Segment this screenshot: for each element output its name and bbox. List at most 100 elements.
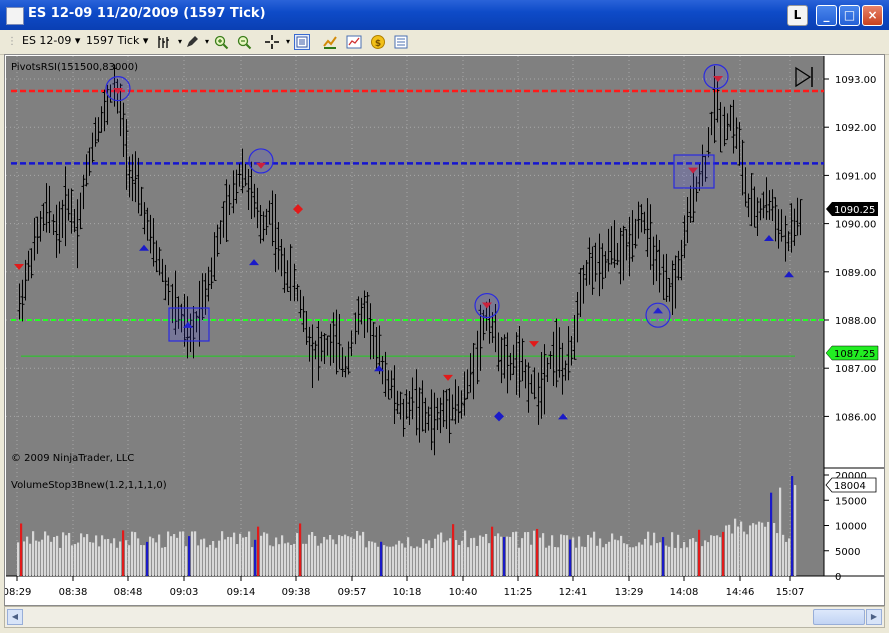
volume-bar: [53, 537, 56, 576]
volume-bar: [374, 542, 377, 576]
volume-bar: [629, 547, 632, 576]
volume-bar: [740, 521, 743, 576]
volume-bar: [725, 525, 728, 576]
volume-bar: [752, 523, 755, 576]
svg-text:$: $: [375, 39, 381, 49]
volume-tick-label: 0: [835, 572, 841, 583]
volume-bar: [44, 531, 47, 576]
volume-bar: [35, 540, 38, 576]
volume-bar: [407, 537, 410, 576]
scroll-left-icon[interactable]: ◀: [7, 609, 23, 625]
horizontal-scrollbar[interactable]: ◀ ▶: [4, 606, 885, 628]
interval-selector[interactable]: 1597 Tick ▾: [86, 34, 148, 50]
data-box-icon[interactable]: [294, 34, 310, 50]
volume-bar: [626, 544, 629, 576]
instrument-label: ES 12-09: [22, 34, 72, 47]
volume-bar: [32, 531, 35, 576]
zoom-in-icon[interactable]: [213, 34, 229, 50]
volume-bar: [686, 547, 689, 576]
volume-bar: [341, 536, 344, 576]
signal-box-highlight: [168, 307, 210, 342]
volume-bar: [308, 534, 311, 576]
volume-bar: [68, 532, 71, 576]
volume-bar: [455, 540, 458, 576]
close-button[interactable]: ×: [862, 5, 883, 26]
volume-bar: [497, 533, 500, 576]
volume-bar: [611, 533, 614, 576]
volume-bar: [278, 544, 281, 576]
volume-bar: [416, 546, 419, 576]
time-label: 14:08: [670, 587, 699, 598]
price-tick-label: 1091.00: [835, 171, 876, 182]
indicator-bottom-label: VolumeStop3Bnew(1.2,1,1,1,0): [11, 480, 167, 491]
coin-icon[interactable]: $: [370, 34, 386, 50]
volume-bar: [779, 487, 782, 576]
volume-bar: [410, 546, 413, 576]
volume-bar: [590, 537, 593, 576]
indicators-icon[interactable]: [346, 34, 362, 50]
properties-icon[interactable]: [393, 34, 409, 50]
window-titlebar[interactable]: ES 12-09 11/20/2009 (1597 Tick) L _ □ ×: [0, 0, 889, 30]
minimize-button[interactable]: _: [816, 5, 837, 26]
volume-bar: [143, 545, 146, 576]
volume-bar: [272, 546, 275, 576]
volume-bar: [557, 547, 560, 576]
volume-bar: [731, 533, 734, 576]
volume-bar: [659, 542, 662, 576]
volume-bar: [158, 534, 161, 576]
instrument-selector[interactable]: ES 12-09 ▾: [22, 34, 80, 50]
strategies-icon[interactable]: [322, 34, 338, 50]
volume-bar: [491, 526, 494, 576]
volume-bar: [662, 537, 665, 576]
volume-bar: [152, 538, 155, 576]
volume-bar: [608, 541, 611, 576]
volume-bar: [332, 539, 335, 576]
volume-bar: [539, 537, 542, 576]
price-tick-label: 1088.00: [835, 316, 876, 327]
chart-toolbar: ⋮ ES 12-09 ▾ 1597 Tick ▾ ▾ ▾ ▾ $: [0, 30, 889, 55]
volume-bar: [164, 547, 167, 576]
scrollbar-thumb[interactable]: [813, 609, 865, 625]
volume-bar: [287, 542, 290, 576]
app-chart-icon: [6, 7, 24, 25]
last-price-text: 1090.25: [834, 205, 875, 216]
volume-bar: [20, 523, 23, 576]
volume-bar: [59, 547, 62, 576]
volume-bar: [425, 543, 428, 576]
bar-type-icon[interactable]: [156, 34, 172, 50]
volume-bar: [50, 541, 53, 576]
volume-bar: [305, 543, 308, 576]
chart-canvas[interactable]: 1093.00 1092.00 1091.00 1090.00 1089.00 1088.…: [3, 55, 884, 605]
scroll-right-icon[interactable]: ▶: [866, 609, 882, 625]
volume-bar: [38, 541, 41, 576]
volume-bar: [668, 546, 671, 576]
volume-bar: [401, 543, 404, 576]
volume-bar: [209, 544, 212, 576]
volume-bar: [446, 540, 449, 576]
volume-bar: [185, 546, 188, 576]
volume-bar: [503, 537, 506, 576]
volume-bar: [314, 535, 317, 576]
volume-bar: [116, 547, 119, 576]
volume-bar: [260, 535, 263, 576]
maximize-button[interactable]: □: [839, 5, 860, 26]
volume-bar: [113, 538, 116, 576]
volume-bar: [656, 543, 659, 576]
volume-bar: [251, 547, 254, 576]
volume-bar: [224, 539, 227, 576]
volume-bar: [683, 541, 686, 576]
volume-bar: [437, 534, 440, 576]
link-button[interactable]: L: [787, 5, 808, 26]
zoom-out-icon[interactable]: [236, 34, 252, 50]
volume-bar: [536, 528, 539, 576]
volume-bar: [104, 539, 107, 576]
volume-bar: [242, 537, 245, 576]
chart-container[interactable]: 1093.00 1092.00 1091.00 1090.00 1089.00 1088.…: [3, 54, 885, 606]
crosshair-icon[interactable]: [264, 34, 280, 50]
pivot-circle-highlight: [703, 63, 729, 90]
volume-bar: [248, 531, 251, 576]
volume-bar: [266, 533, 269, 576]
pencil-draw-icon[interactable]: [184, 34, 200, 50]
volume-bar: [428, 540, 431, 576]
volume-bar: [350, 537, 353, 576]
